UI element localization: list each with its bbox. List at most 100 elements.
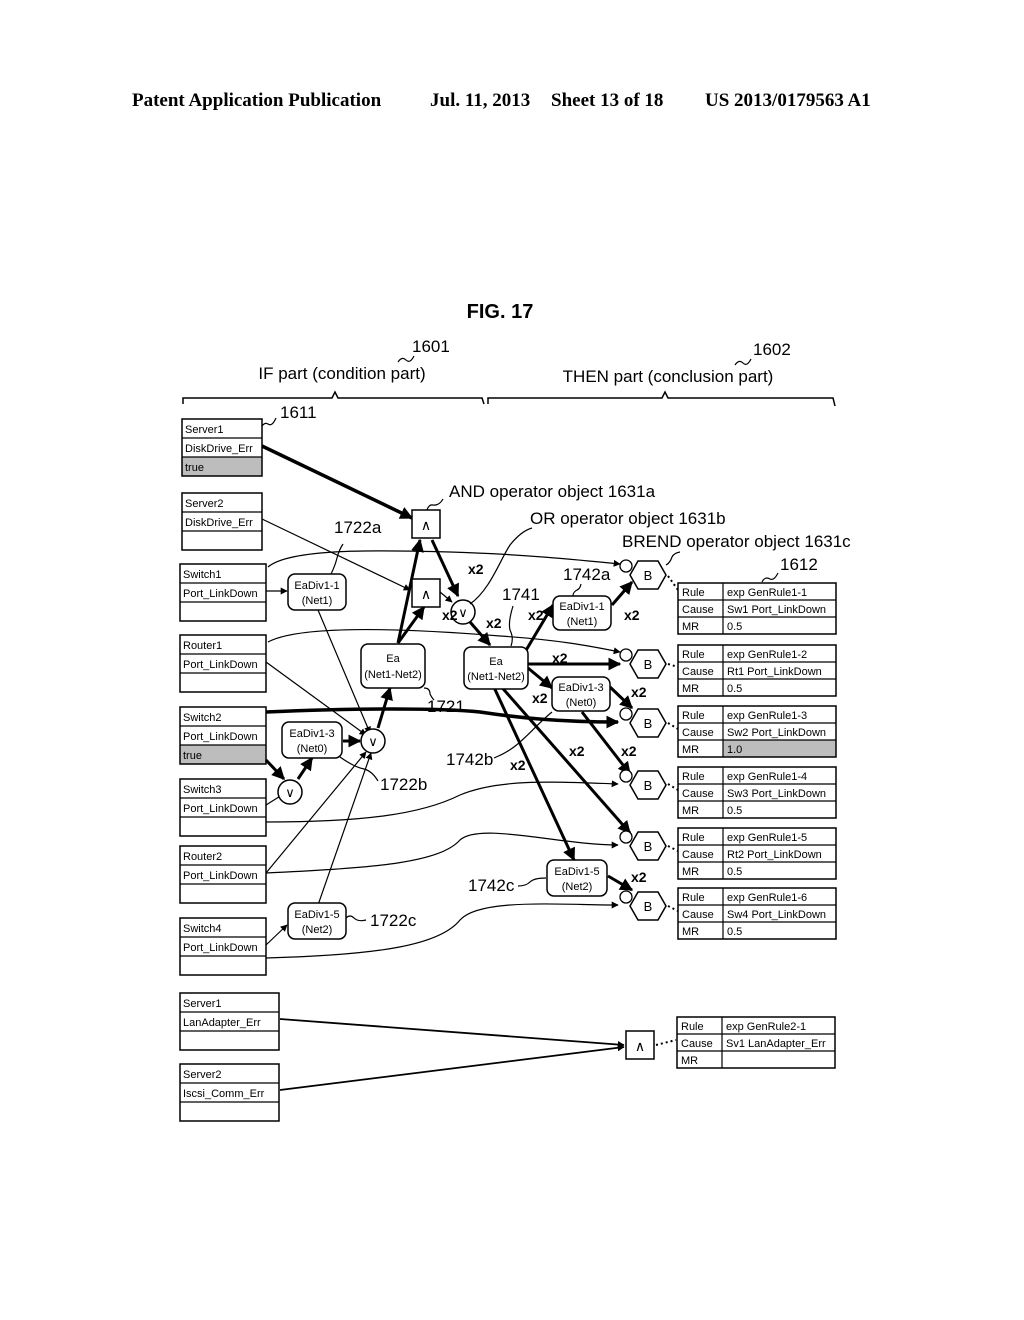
conclusion-mr-value: 0.5 [727,926,742,938]
svg-text:B: B [644,778,653,793]
node-eadiv1-3-right: EaDiv1-3 (Net0) [551,676,611,712]
condition-device: Switch3 [183,784,222,796]
leader-1722a [330,543,344,575]
svg-text:B: B [644,657,653,672]
svg-text:∧: ∧ [421,586,431,602]
conclusion-mr-value: 0.5 [727,805,742,817]
condition-table: Server2 Iscsi_Comm_Err [179,1063,280,1122]
svg-text:x2: x2 [621,743,637,759]
condition-device: Server1 [185,424,224,436]
conclusion-rule-value: exp GenRule1-2 [727,649,807,661]
conclusion-rule-label: Rule [682,587,705,599]
figure-title: FIG. 17 [467,301,534,323]
conclusion-rule-value: exp GenRule1-3 [727,710,807,722]
conclusion-table: Rule exp GenRule1-5 Cause Rt2 Port_LinkDown… [677,827,837,880]
condition-device: Switch4 [183,923,222,935]
node-ea-right: Ea (Net1-Net2) [463,646,529,690]
condition-table: Switch1 Port_LinkDown [179,563,267,622]
dotted-connectors [655,575,679,1046]
brend-operator: B [619,890,667,921]
condition-table: Router1 Port_LinkDown [179,634,267,693]
and-operator-1: ∧ [411,509,441,539]
condition-event: Port_LinkDown [183,731,258,743]
conclusion-tables: Rule exp GenRule1-1 Cause Sw1 Port_LinkDown… [676,582,837,1069]
conclusion-mr-label: MR [682,866,699,878]
condition-table: Switch3 Port_LinkDown [179,778,267,837]
conclusion-rule-value: exp GenRule1-1 [727,587,807,599]
conclusion-table: Rule exp GenRule2-1 Cause Sv1 LanAdapter_Er… [676,1016,836,1069]
condition-event: DiskDrive_Err [185,517,253,529]
leader-1602 [734,358,752,366]
svg-text:EaDiv1-1: EaDiv1-1 [559,601,604,613]
condition-event: Port_LinkDown [183,803,258,815]
condition-device: Switch1 [183,569,222,581]
svg-text:x2: x2 [486,615,502,631]
svg-text:B: B [644,716,653,731]
or-operator-left: ∨ [360,728,386,754]
conclusion-cause-value: Sw2 Port_LinkDown [727,727,826,739]
conclusion-cause-label: Cause [682,849,714,861]
conclusion-rule-label: Rule [682,892,705,904]
conclusion-cause-value: Sw3 Port_LinkDown [727,788,826,800]
brend-input-circle [619,830,633,844]
and-operator-2: ∧ [411,578,441,608]
and-operator-bottom: ∧ [625,1030,655,1060]
conclusion-cause-label: Cause [682,909,714,921]
conclusion-mr-value: 0.5 [727,621,742,633]
svg-text:x2: x2 [442,607,458,623]
condition-table: Server1 LanAdapter_Err [179,992,280,1051]
svg-text:(Net0): (Net0) [566,697,597,709]
condition-value: true [185,462,204,474]
svg-text:B: B [644,568,653,583]
ref-1601: 1601 [412,337,450,356]
conclusion-mr-label: MR [681,1055,698,1067]
or-operator-annotation: OR operator object 1631b [530,509,726,528]
brend-operator-annotation: BREND operator object 1631c [622,532,851,551]
svg-text:x2: x2 [552,650,568,666]
leader-1611 [261,417,277,427]
brend-input-circle [619,648,633,662]
condition-table: Router2 Port_LinkDown [179,845,267,904]
ref-1742a: 1742a [563,565,611,584]
conclusion-rule-value: exp GenRule1-4 [727,771,807,783]
conclusion-mr-label: MR [682,683,699,695]
conclusion-rule-label: Rule [681,1021,704,1033]
svg-text:(Net1-Net2): (Net1-Net2) [467,671,524,683]
conclusion-cause-value: Rt2 Port_LinkDown [727,849,822,861]
brend-operator: B [619,707,667,738]
ref-1721: 1721 [427,697,465,716]
svg-text:EaDiv1-1: EaDiv1-1 [294,580,339,592]
brend-input-circle [619,559,633,573]
conclusion-rule-label: Rule [682,710,705,722]
conclusion-mr-label: MR [682,926,699,938]
svg-text:x2: x2 [569,743,585,759]
condition-table: Server1 DiskDrive_Errtrue [181,418,263,477]
if-part-brace [182,390,485,405]
condition-device: Server2 [185,498,224,510]
svg-text:B: B [644,899,653,914]
svg-text:Ea: Ea [386,653,400,665]
svg-text:B: B [644,839,653,854]
condition-event: DiskDrive_Err [185,443,253,455]
brend-input-circle [619,890,633,904]
svg-text:(Net2): (Net2) [562,881,593,893]
svg-text:EaDiv1-5: EaDiv1-5 [554,866,599,878]
svg-text:x2: x2 [624,607,640,623]
and-operator-annotation: AND operator object 1631a [449,482,656,501]
leader-1742a [572,583,582,597]
svg-text:∨: ∨ [368,734,378,749]
condition-table: Server2 DiskDrive_Err [181,492,263,551]
condition-device: Server1 [183,998,222,1010]
conclusion-table: Rule exp GenRule1-1 Cause Sw1 Port_LinkDown… [677,582,837,635]
conclusion-cause-value: Sw1 Port_LinkDown [727,604,826,616]
svg-text:∨: ∨ [285,785,295,800]
condition-tables: Server1DiskDrive_ErrtrueServer2DiskDrive… [179,418,280,1122]
leader-1631a [426,498,444,511]
condition-event: LanAdapter_Err [183,1017,261,1029]
condition-event: Port_LinkDown [183,942,258,954]
svg-text:∧: ∧ [421,517,431,533]
conclusion-cause-label: Cause [681,1038,713,1050]
svg-text:x2: x2 [510,757,526,773]
svg-text:x2: x2 [532,690,548,706]
ref-1741: 1741 [502,585,540,604]
